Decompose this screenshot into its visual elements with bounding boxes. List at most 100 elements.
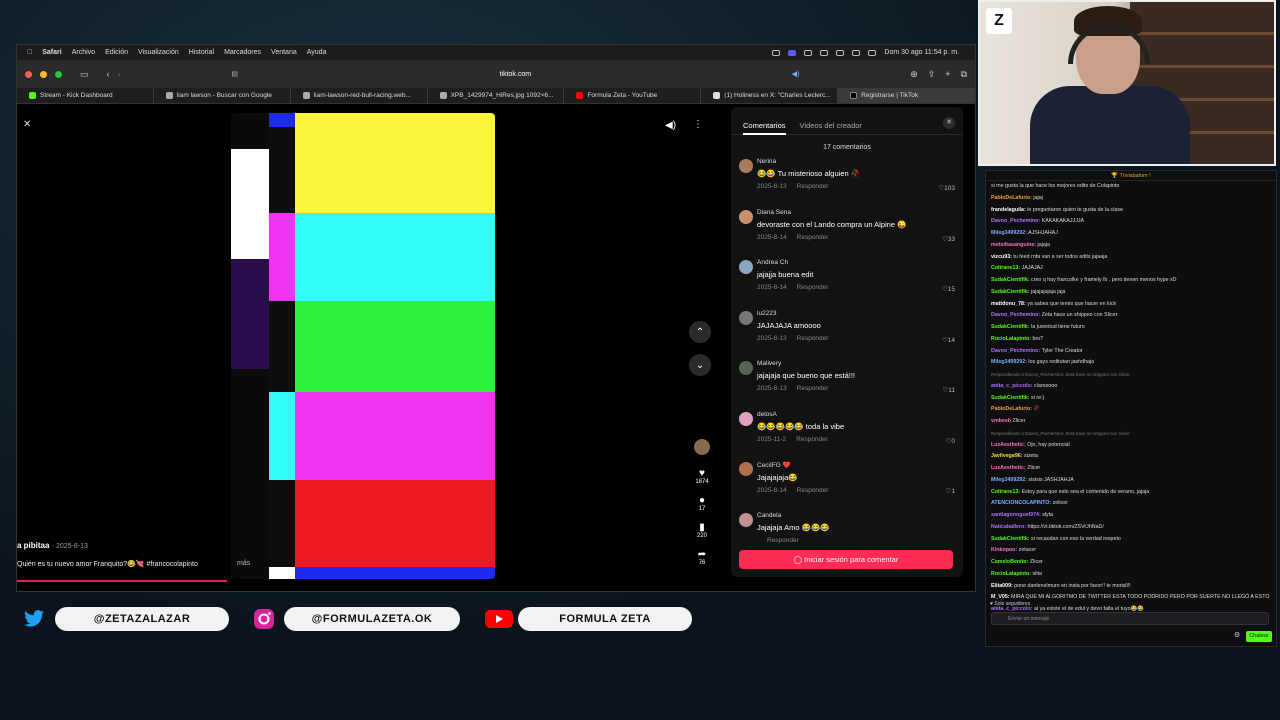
avatar[interactable] <box>739 260 753 274</box>
chat-username[interactable]: LuzAesthetic: <box>991 465 1026 471</box>
share-icon[interactable]: ⇪ <box>928 69 936 80</box>
chat-username[interactable]: RocioLalapinto: <box>991 571 1031 577</box>
comment-like[interactable]: ♡1 <box>946 487 955 495</box>
comment-like[interactable]: ♡33 <box>942 235 955 243</box>
tab-creator-videos[interactable]: Videos del creador <box>800 121 862 134</box>
avatar[interactable] <box>739 310 753 325</box>
chat-username[interactable]: Naticaballero: <box>991 524 1026 530</box>
status-icon[interactable] <box>804 49 813 56</box>
tab-x[interactable]: (1) Holiness en X: "Charles Leclerc... <box>701 88 839 103</box>
search-icon[interactable] <box>852 49 861 56</box>
comment-item[interactable]: Andrea Ch jajajja buena edit 2025-8-14 Resp… <box>731 258 963 309</box>
chat-username[interactable]: M_V05: <box>991 594 1010 600</box>
page-settings-icon[interactable]: ▤ <box>231 70 238 78</box>
audio-playing-icon[interactable]: ◀) <box>792 70 800 78</box>
menu-ventana[interactable]: Ventana <box>271 49 297 56</box>
sidebar-icon[interactable]: ▭ <box>80 69 89 80</box>
chat-username[interactable]: metsiltasanguine: <box>991 242 1036 248</box>
menu-marcadores[interactable]: Marcadores <box>224 49 261 56</box>
chat-username[interactable]: Elita009: <box>991 583 1013 589</box>
avatar[interactable] <box>739 159 753 173</box>
comment-list[interactable]: Nerina 😂😂 Tu misterioso alguien 🥀 2025-8-1… <box>731 157 963 561</box>
more-link[interactable]: más <box>237 560 250 567</box>
chat-username[interactable]: Davoo_Pechemino: <box>991 348 1040 354</box>
video-progress[interactable] <box>17 580 227 582</box>
reply-button[interactable]: Responder <box>797 183 829 190</box>
new-tab-icon[interactable]: + <box>945 69 950 80</box>
menu-archivo[interactable]: Archivo <box>72 49 95 56</box>
chat-username[interactable]: Mileg3499292: <box>991 230 1027 236</box>
menu-edicion[interactable]: Edición <box>105 49 128 56</box>
close-window-button[interactable] <box>25 70 32 78</box>
wifi-icon[interactable] <box>836 49 845 56</box>
comment-like[interactable]: ♡14 <box>942 336 955 344</box>
menu-ayuda[interactable]: Ayuda <box>307 49 327 56</box>
chat-username[interactable]: frandelaguila: <box>991 207 1026 213</box>
reply-button[interactable]: Responder <box>797 284 829 291</box>
video-author[interactable]: a pibitaa · 2025-8-13 <box>17 541 88 550</box>
minimize-window-button[interactable] <box>40 70 47 78</box>
reply-button[interactable]: Responder <box>796 436 828 443</box>
screen-record-icon[interactable] <box>788 49 797 56</box>
avatar[interactable] <box>739 462 753 476</box>
forward-icon[interactable]: › <box>118 69 121 79</box>
chat-username[interactable]: SudakCientifik: <box>991 324 1030 330</box>
chat-username[interactable]: PabloDeLafurio: <box>991 195 1032 201</box>
menu-safari[interactable]: Safari <box>42 49 61 56</box>
comment-like[interactable]: ♡11 <box>942 386 955 394</box>
chat-username[interactable]: Coltrane13: <box>991 265 1020 271</box>
menu-historial[interactable]: Historial <box>189 49 214 56</box>
comment-author[interactable]: CeciIFG ❤️ <box>757 460 963 469</box>
reply-button[interactable]: Responder <box>797 335 829 342</box>
login-to-comment-button[interactable]: ◯ Iniciar sesión para comentar <box>739 550 953 569</box>
comment-author[interactable]: Nerina <box>757 157 963 165</box>
control-center-icon[interactable] <box>868 49 877 56</box>
video-player[interactable] <box>231 113 495 579</box>
apple-icon[interactable]:  <box>27 49 32 56</box>
reply-button[interactable]: Responder <box>797 385 829 392</box>
comment-item[interactable]: delosA 😂😂😂😂😂 toda la vibe 2025-11-2 Respond… <box>731 410 963 461</box>
chat-username[interactable]: Kinkopoo: <box>991 547 1017 553</box>
comment-author[interactable]: lu2223 <box>757 309 963 317</box>
comment-like[interactable]: ♡15 <box>942 285 955 293</box>
next-video-button[interactable]: ⌄ <box>689 354 711 376</box>
tab-youtube[interactable]: Formula Zeta - YouTube <box>564 88 702 103</box>
comment-author[interactable]: Andrea Ch <box>757 258 963 266</box>
creator-avatar[interactable] <box>693 439 711 455</box>
chat-username[interactable]: PabloDeLafurio: <box>991 406 1032 412</box>
tab-kick[interactable]: Stream - Kick Dashboard <box>17 88 154 103</box>
comment-item[interactable]: lu2223 JAJAJAJA amoooo 2025-8-13 Responder ♡… <box>731 309 963 360</box>
more-options-icon[interactable]: ⋮ <box>693 119 703 130</box>
zoom-window-button[interactable] <box>55 70 62 78</box>
chat-username[interactable]: vmbeeb <box>991 418 1011 424</box>
tab-tiktok[interactable]: Registrarse | TikTok <box>838 88 975 103</box>
chat-input[interactable]: Enviar un mensaje <box>991 612 1269 625</box>
tab-image-webp[interactable]: liam-lawson-red-bull-racing.web... <box>291 88 428 103</box>
gear-icon[interactable]: ⚙ <box>1234 631 1240 639</box>
chat-send-button[interactable]: Chatear <box>1246 631 1272 642</box>
comment-like[interactable]: ♡103 <box>938 184 955 192</box>
like-button[interactable]: ♥ 1874 <box>693 468 711 485</box>
chat-username[interactable]: CameloBenito: <box>991 559 1028 565</box>
avatar[interactable] <box>739 209 753 224</box>
address-bar[interactable]: ▤ tiktok.com ◀) <box>225 66 805 82</box>
chat-username[interactable]: SudakCientifik: <box>991 536 1030 542</box>
previous-video-button[interactable]: ⌃ <box>689 321 711 343</box>
avatar[interactable] <box>739 512 753 527</box>
chat-username[interactable]: Mileg3499292: <box>991 477 1027 483</box>
comment-author[interactable]: Diana Sena <box>757 208 963 216</box>
save-button[interactable]: ▮ 220 <box>693 522 711 539</box>
menu-visualizacion[interactable]: Visualización <box>138 49 179 56</box>
share-button[interactable]: ➦ 76 <box>693 549 711 566</box>
reply-button[interactable]: Responder <box>797 487 829 494</box>
chat-username[interactable]: Davoo_Pechemino: <box>991 312 1040 318</box>
tab-overview-icon[interactable]: ⧉ <box>961 69 967 80</box>
downloads-icon[interactable]: ⊕ <box>910 69 918 80</box>
tab-image-jpg[interactable]: XPB_1429974_HiRes.jpg 1092×6... <box>428 88 565 103</box>
avatar[interactable] <box>739 361 753 375</box>
close-comments-icon[interactable]: ✕ <box>943 117 955 129</box>
chat-username[interactable]: vizcu93: <box>991 254 1012 260</box>
comment-item[interactable]: Nerina 😂😂 Tu misterioso alguien 🥀 2025-8-1… <box>731 157 963 208</box>
chat-username[interactable]: mattdonu_78: <box>991 301 1026 307</box>
chat-username[interactable]: LuzAesthetic: <box>991 442 1026 448</box>
